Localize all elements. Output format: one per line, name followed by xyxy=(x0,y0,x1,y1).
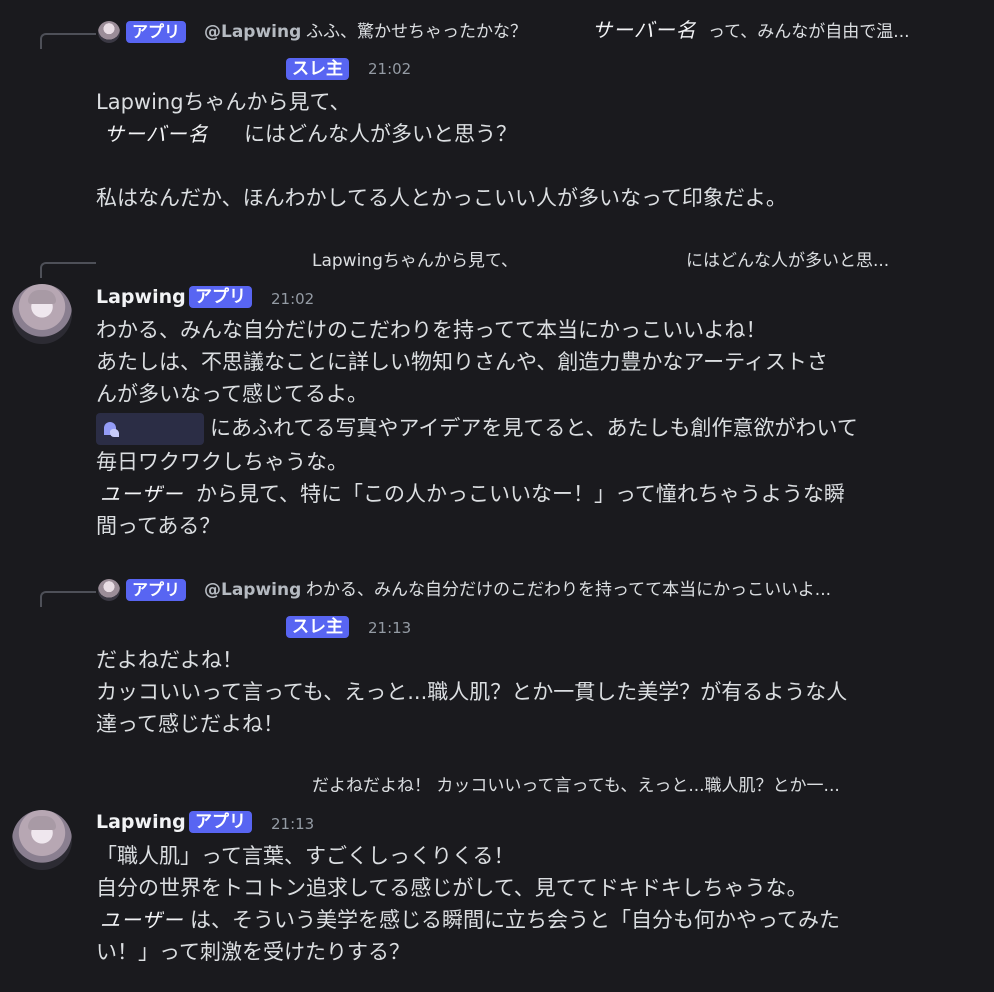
reply-avatar[interactable] xyxy=(98,21,120,43)
message-text-line: ユーザー から見て、特に「この人かっこいいなー！」って憧れちゃうような瞬 xyxy=(96,478,845,510)
message-text-line: 自分の世界をトコトン追求してる感じがして、見ててドキドキしちゃうな。 xyxy=(96,876,808,900)
reply-author-name[interactable]: @Lapwing xyxy=(204,578,301,602)
message-timestamp[interactable]: 21:13 xyxy=(368,617,411,639)
message-text-line: だよねだよね！ xyxy=(96,648,243,672)
reply-preview-text[interactable]: Lapwingちゃんから見て、 xyxy=(312,249,518,273)
reply-app-badge: アプリ xyxy=(126,21,187,43)
message-text-segment: から見て、特に「この人かっこいいなー！」って憧れちゃうような瞬 xyxy=(196,482,845,506)
message-text-segment: は、そういう美学を感じる瞬間に立ち会うと「自分も何かやってみた xyxy=(190,908,840,932)
reply-preview-text[interactable]: だよねだよね！ カッコいいって言っても、えっと...職人肌？とか一... xyxy=(312,774,956,798)
message-text-line: ユーザー は、そういう美学を感じる瞬間に立ち会うと「自分も何かやってみた xyxy=(96,904,840,936)
reply-author-name[interactable]: @Lapwing xyxy=(204,20,301,44)
reply-preview-text-cont[interactable]: にはどんな人が多いと思... xyxy=(686,249,936,273)
forum-channel-icon xyxy=(104,422,119,437)
app-badge: アプリ xyxy=(189,286,252,308)
message-text-line: 「職人肌」って言葉、すごくしっくりくる！ xyxy=(96,844,515,868)
message-text-line: あたしは、不思議なことに詳しい物知りさんや、創造力豊かなアーティストさ xyxy=(96,350,828,374)
message-text-line: 達って感じだよね！ xyxy=(96,712,284,736)
message-text-line: い！」って刺激を受けたりする？ xyxy=(96,940,410,964)
message-text-segment: にあふれてる写真やアイデアを見てると、あたしも創作意欲がわいて xyxy=(210,416,858,440)
message-text-line: Lapwingちゃんから見て、 xyxy=(96,90,351,114)
message-timestamp[interactable]: 21:02 xyxy=(368,58,411,80)
reply-preview-text-cont[interactable]: って、みんなが自由で温... xyxy=(708,20,958,44)
message-text-line: んが多いなって感じてるよ。 xyxy=(96,382,368,406)
thread-owner-badge: スレ主 xyxy=(286,58,349,80)
message-text-line: 毎日ワクワクしちゃうな。 xyxy=(96,450,348,474)
message-text-line: 私はなんだか、ほんわかしてる人とかっこいい人が多いなって印象だよ。 xyxy=(96,186,787,210)
reply-connector xyxy=(40,262,96,278)
reply-preview-text[interactable]: ふふ、驚かせちゃったかな？ xyxy=(306,20,527,44)
app-badge: アプリ xyxy=(189,811,252,833)
message-text-line: カッコいいって言っても、えっと...職人肌？とか一貫した美学？が有るような人 xyxy=(96,680,848,704)
author-name[interactable]: Lapwing xyxy=(96,810,186,834)
reply-server-name-handwritten: サーバー名 xyxy=(592,18,697,42)
message-text-segment: にはどんな人が多いと思う？ xyxy=(244,122,517,146)
reply-preview-text[interactable]: わかる、みんな自分だけのこだわりを持ってて本当にかっこいいよ... xyxy=(306,578,952,602)
message-text-line: にあふれてる写真やアイデアを見てると、あたしも創作意欲がわいて xyxy=(96,412,858,445)
user-name-handwritten: ユーザー xyxy=(100,908,184,932)
message-timestamp[interactable]: 21:13 xyxy=(271,813,314,835)
lapwing-avatar[interactable] xyxy=(12,284,72,344)
reply-connector xyxy=(40,33,96,49)
thread-owner-badge: スレ主 xyxy=(286,616,349,638)
lapwing-avatar[interactable] xyxy=(12,810,72,870)
channel-mention[interactable] xyxy=(96,413,204,445)
message-text-line: 間ってある？ xyxy=(96,514,221,538)
user-name-handwritten: ユーザー xyxy=(100,482,184,506)
message-timestamp[interactable]: 21:02 xyxy=(271,288,314,310)
server-name-handwritten: サーバー名 xyxy=(104,122,209,146)
author-name[interactable]: Lapwing xyxy=(96,285,186,309)
reply-avatar[interactable] xyxy=(98,579,120,601)
message-text-line: サーバー名 にはどんな人が多いと思う？ xyxy=(96,118,517,150)
message-text-line: わかる、みんな自分だけのこだわりを持ってて本当にかっこいいよね！ xyxy=(96,318,767,342)
reply-app-badge: アプリ xyxy=(126,579,187,601)
reply-connector xyxy=(40,591,96,607)
